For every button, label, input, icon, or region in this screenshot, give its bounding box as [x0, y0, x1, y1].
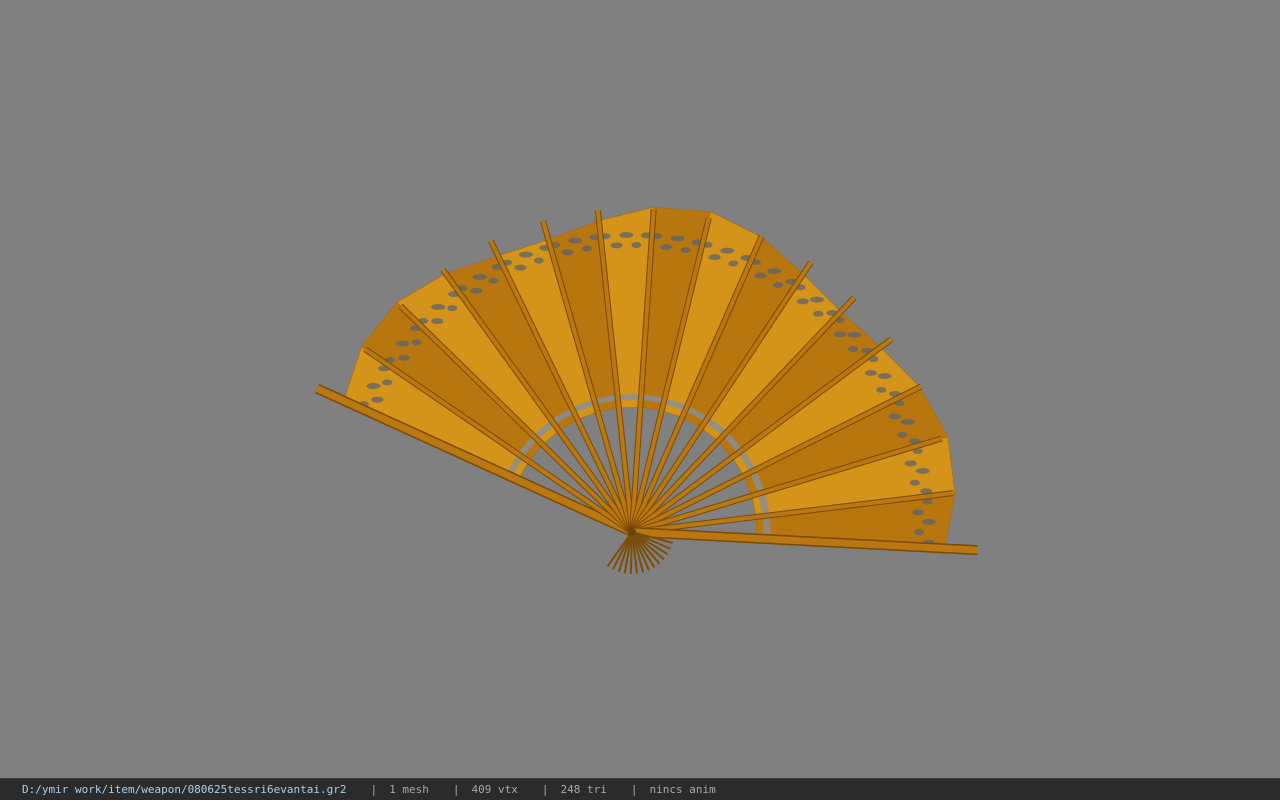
pattern-mark: [900, 418, 915, 425]
pattern-mark: [472, 273, 487, 280]
fan-group: [315, 206, 978, 575]
pattern-mark: [773, 281, 784, 288]
pattern-mark: [904, 460, 917, 467]
pattern-mark: [921, 518, 936, 525]
status-bar: D:/ymir work/item/weapon/080625tessri6ev…: [0, 778, 1280, 800]
pattern-mark: [395, 340, 410, 347]
pattern-mark: [680, 247, 691, 254]
pattern-mark: [912, 509, 925, 516]
pattern-mark: [581, 245, 592, 252]
pattern-mark: [568, 237, 583, 244]
pattern-mark: [754, 272, 767, 279]
pattern-mark: [561, 249, 574, 256]
pattern-mark: [397, 354, 410, 361]
3d-viewport[interactable]: [0, 0, 1280, 778]
pattern-mark: [619, 232, 634, 239]
pattern-mark: [877, 373, 892, 380]
pattern-mark: [382, 379, 393, 386]
pattern-mark: [371, 396, 384, 403]
pattern-mark: [888, 413, 901, 420]
pattern-mark: [796, 298, 809, 305]
pattern-mark: [470, 287, 483, 294]
pattern-mark: [411, 339, 422, 346]
pattern-mark: [847, 331, 862, 338]
pattern-mark: [833, 331, 846, 338]
anim-status: nincs anim: [649, 783, 716, 796]
separator: |: [452, 783, 460, 796]
pattern-mark: [897, 431, 908, 438]
pattern-mark: [431, 318, 444, 325]
file-path: D:/ymir work/item/weapon/080625tessri6ev…: [22, 783, 347, 796]
pattern-mark: [708, 254, 721, 261]
pattern-mark: [913, 529, 924, 536]
pattern-mark: [909, 479, 920, 486]
separator: |: [370, 783, 378, 796]
pattern-mark: [915, 467, 930, 474]
pattern-mark: [813, 310, 824, 317]
pattern-mark: [447, 305, 458, 312]
triangle-count: 248 tri: [560, 783, 607, 796]
pattern-mark: [366, 382, 381, 389]
pattern-mark: [533, 257, 544, 264]
pattern-mark: [431, 303, 446, 310]
pattern-mark: [728, 260, 739, 267]
separator: |: [541, 783, 549, 796]
pattern-mark: [670, 235, 685, 242]
pattern-mark: [610, 242, 623, 249]
pattern-mark: [488, 277, 499, 284]
mesh-count: 1 mesh: [389, 783, 429, 796]
pattern-mark: [848, 346, 859, 353]
pattern-mark: [518, 251, 533, 258]
separator: |: [630, 783, 638, 796]
pattern-mark: [631, 242, 642, 249]
fan-model: [315, 206, 978, 575]
pattern-mark: [514, 264, 527, 271]
pattern-mark: [660, 244, 673, 251]
pattern-mark: [876, 386, 887, 393]
pattern-mark: [720, 247, 735, 254]
fan-pivot: [628, 528, 636, 536]
pattern-mark: [809, 296, 824, 303]
pattern-mark: [767, 268, 782, 275]
pattern-mark: [864, 369, 877, 376]
vertex-count: 409 vtx: [471, 783, 518, 796]
